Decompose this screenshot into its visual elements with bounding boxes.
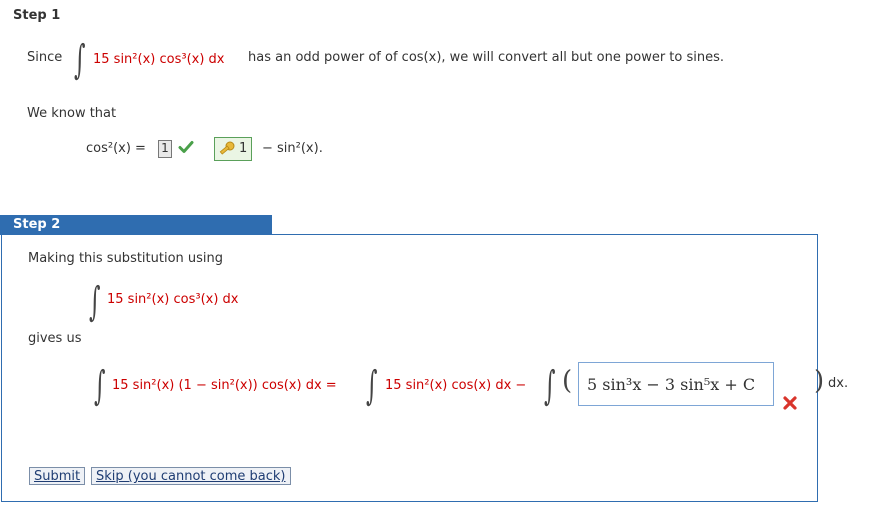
dx-text: dx. — [828, 376, 849, 391]
step2-integrand: 15 sin²(x) cos³(x) dx — [107, 292, 239, 307]
open-paren: ( — [562, 366, 573, 396]
skip-button[interactable]: Skip (you cannot come back) — [91, 467, 291, 485]
lhs-integrand: 15 sin²(x) (1 − sin²(x)) cos(x) dx = — [112, 378, 337, 393]
key-answer-box[interactable]: 1 — [214, 137, 252, 161]
check-icon — [178, 139, 194, 159]
close-paren: ) — [814, 366, 825, 396]
step2-heading: Step 2 — [0, 215, 272, 235]
integral-sign: ∫ — [74, 37, 86, 83]
making-text: Making this substitution using — [28, 251, 224, 266]
integral-sign: ∫ — [94, 363, 106, 409]
key-value: 1 — [239, 141, 248, 156]
since-text: Since — [27, 50, 63, 65]
wrong-icon — [782, 395, 798, 415]
integral-sign: ∫ — [366, 363, 378, 409]
know-text: We know that — [27, 106, 117, 121]
key-icon — [218, 140, 236, 162]
integrand-text: 15 sin²(x) cos³(x) dx — [93, 52, 225, 67]
submit-button[interactable]: Submit — [29, 467, 86, 485]
lhs-expression: 15 sin²(x) (1 − sin²(x)) cos(x) dx = — [112, 378, 337, 393]
explanation-text: has an odd power of of cos(x), we will c… — [248, 50, 725, 65]
answer-input[interactable]: 5 sin³x − 3 sin⁵x + C — [578, 362, 774, 406]
integral-sign: ∫ — [89, 279, 101, 325]
integral-sign: ∫ — [544, 363, 556, 409]
mid-integrand: 15 sin²(x) cos(x) dx − — [385, 378, 527, 393]
identity-lhs: cos²(x) = — [86, 141, 146, 156]
gives-text: gives us — [28, 331, 82, 346]
answer1-box[interactable]: 1 — [158, 140, 172, 158]
step1-heading: Step 1 — [13, 8, 61, 23]
identity-rhs: − sin²(x). — [262, 141, 323, 156]
